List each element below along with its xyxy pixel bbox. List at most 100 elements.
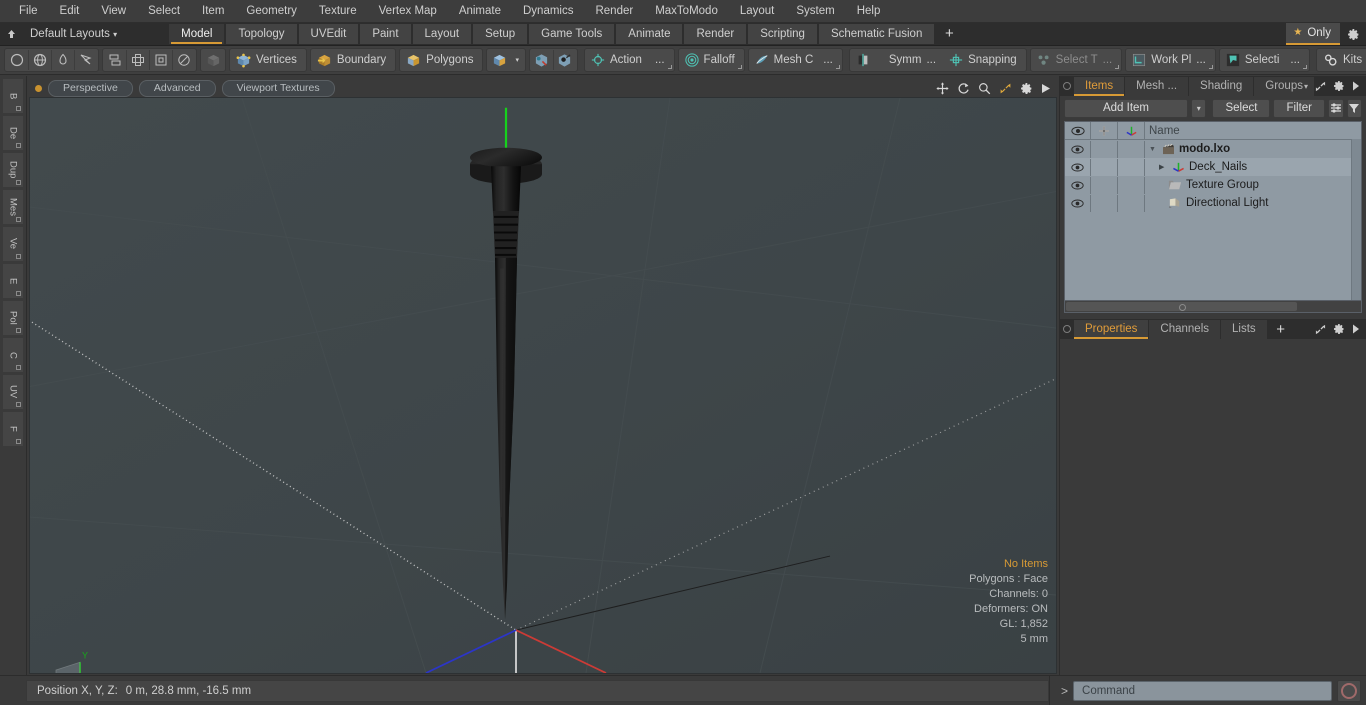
boundary-mode[interactable]: Boundary: [312, 50, 394, 70]
boundary-mode-button[interactable]: Boundary: [309, 48, 397, 72]
tab-lists[interactable]: Lists: [1221, 319, 1267, 339]
table-row[interactable]: ▼ modo.lxo: [1065, 140, 1361, 158]
move-icon[interactable]: [936, 81, 949, 95]
tab-uvedit[interactable]: UVEdit: [298, 24, 359, 44]
element-snap-icon[interactable]: [552, 50, 576, 70]
layout-selector[interactable]: Default Layouts ▾: [22, 23, 125, 46]
table-row[interactable]: Directional Light: [1065, 194, 1361, 212]
pen-icon[interactable]: [51, 50, 74, 70]
expander-icon[interactable]: ▶: [1159, 163, 1168, 171]
expand-icon[interactable]: [1315, 324, 1326, 335]
work-plane[interactable]: Work Pl ...: [1127, 50, 1214, 70]
menu-item-edit[interactable]: Edit: [49, 0, 91, 22]
select-button[interactable]: Select: [1212, 98, 1271, 118]
rail-item-vertex[interactable]: Ve: [2, 226, 24, 262]
viewport-view-mode[interactable]: Perspective: [48, 79, 133, 97]
ellipse-icon[interactable]: [172, 50, 195, 70]
rail-item-edge[interactable]: E: [2, 263, 24, 299]
command-input[interactable]: Command: [1073, 680, 1332, 701]
menu-item-animate[interactable]: Animate: [448, 0, 512, 22]
mesh-cube-dropdown[interactable]: ▾: [486, 48, 526, 72]
gear-icon[interactable]: [1340, 23, 1366, 45]
mesh-constraint[interactable]: Mesh C ...: [750, 50, 841, 70]
tab-topology[interactable]: Topology: [226, 24, 297, 44]
menu-item-geometry[interactable]: Geometry: [235, 0, 308, 22]
mesh-constraint-button[interactable]: Mesh C ...: [747, 48, 843, 72]
viewport-textures[interactable]: Viewport Textures: [221, 79, 335, 97]
table-row[interactable]: ▶ Deck_Nails: [1065, 158, 1361, 176]
play-icon[interactable]: [1352, 81, 1360, 91]
rail-item-deform[interactable]: De: [2, 115, 24, 151]
tab-model[interactable]: Model: [169, 24, 225, 44]
item-row-texture-group[interactable]: Texture Group: [1145, 179, 1361, 191]
rail-item-fusion[interactable]: F: [2, 411, 24, 447]
menu-item-dynamics[interactable]: Dynamics: [512, 0, 584, 22]
record-ring-icon[interactable]: [1337, 679, 1361, 702]
row-eye-icon[interactable]: [1065, 194, 1091, 212]
filter-funnel-icon[interactable]: [1346, 98, 1362, 118]
zoom-icon[interactable]: [978, 82, 991, 95]
tab-properties[interactable]: Properties: [1074, 319, 1149, 339]
selection-set[interactable]: Selecti ...: [1221, 50, 1308, 70]
menu-item-render[interactable]: Render: [584, 0, 644, 22]
scroll-thumb[interactable]: [1066, 302, 1297, 311]
select-through-button[interactable]: Select T ...: [1029, 48, 1123, 72]
symmetry[interactable]: Symm ...: [851, 50, 944, 70]
chevron-down-icon[interactable]: ▾: [510, 56, 524, 64]
filter-button[interactable]: Filter: [1273, 98, 1326, 118]
tab-scripting[interactable]: Scripting: [748, 24, 817, 44]
vertices-mode-button[interactable]: Vertices: [229, 48, 307, 72]
home-up-icon[interactable]: [0, 23, 22, 45]
item-row-scene[interactable]: ▼ modo.lxo: [1145, 143, 1361, 155]
3d-viewport[interactable]: Y X Z No Items Polygons : Face Channels:…: [29, 97, 1057, 674]
column-header-name[interactable]: Name: [1145, 125, 1361, 137]
item-row-deck-nails[interactable]: ▶ Deck_Nails: [1145, 161, 1361, 173]
menu-item-vertex-map[interactable]: Vertex Map: [368, 0, 448, 22]
only-button[interactable]: ★ Only: [1286, 23, 1340, 45]
item-list-horizontal-scrollbar[interactable]: [1065, 300, 1361, 312]
add-panel-tab-button[interactable]: +: [1268, 320, 1294, 339]
gear-icon[interactable]: [1020, 82, 1033, 95]
selection-set-button[interactable]: Selecti ...: [1218, 48, 1311, 72]
viewport-shading[interactable]: Advanced: [138, 79, 216, 97]
expander-icon[interactable]: ▼: [1149, 146, 1158, 153]
menu-item-maxtomodo[interactable]: MaxToModo: [644, 0, 729, 22]
row-eye-icon[interactable]: [1065, 140, 1091, 158]
add-item-button[interactable]: Add Item: [1064, 98, 1188, 118]
circle-icon[interactable]: [6, 50, 28, 70]
duplicate-icon[interactable]: [104, 50, 126, 70]
tab-animate[interactable]: Animate: [616, 24, 683, 44]
globe-icon[interactable]: [28, 50, 51, 70]
play-icon[interactable]: [1041, 83, 1051, 94]
play-icon[interactable]: [1352, 324, 1360, 334]
row-eye-icon[interactable]: [1065, 176, 1091, 194]
box-select-icon[interactable]: [149, 50, 172, 70]
polygons-mode[interactable]: Polygons: [401, 50, 481, 70]
axis-icon[interactable]: [1118, 122, 1145, 139]
tab-layout[interactable]: Layout: [412, 24, 472, 44]
expand-icon[interactable]: [1315, 81, 1326, 92]
add-item-dropdown[interactable]: ▾: [1191, 98, 1207, 118]
rail-item-polygon[interactable]: Pol: [2, 300, 24, 336]
table-row[interactable]: Texture Group: [1065, 176, 1361, 194]
lasso-icon[interactable]: [74, 50, 97, 70]
menu-item-view[interactable]: View: [90, 0, 137, 22]
rail-item-mesh-edit[interactable]: Mes: [2, 189, 24, 225]
menu-item-file[interactable]: File: [8, 0, 49, 22]
tab-schematic-fusion[interactable]: Schematic Fusion: [818, 24, 935, 44]
rail-item-duplicate[interactable]: Dup: [2, 152, 24, 188]
center-icon[interactable]: [126, 50, 149, 70]
vertex-snap-icon[interactable]: [531, 50, 553, 70]
menu-item-system[interactable]: System: [785, 0, 845, 22]
cube-dropdown-icon[interactable]: [488, 50, 510, 70]
item-list[interactable]: Name ▼ modo.lxo ▶ Deck_Nails Texture Gro…: [1064, 121, 1362, 313]
cube-icon[interactable]: [202, 50, 224, 70]
tab-render[interactable]: Render: [684, 24, 747, 44]
list-options-icon[interactable]: [1328, 98, 1344, 118]
menu-item-texture[interactable]: Texture: [308, 0, 368, 22]
kits-button[interactable]: Kits: [1316, 48, 1366, 72]
gear-icon[interactable]: [1333, 80, 1345, 92]
polygons-mode-button[interactable]: Polygons: [399, 48, 484, 72]
tab-mesh[interactable]: Mesh ...: [1125, 76, 1189, 96]
tab-paint[interactable]: Paint: [360, 24, 411, 44]
